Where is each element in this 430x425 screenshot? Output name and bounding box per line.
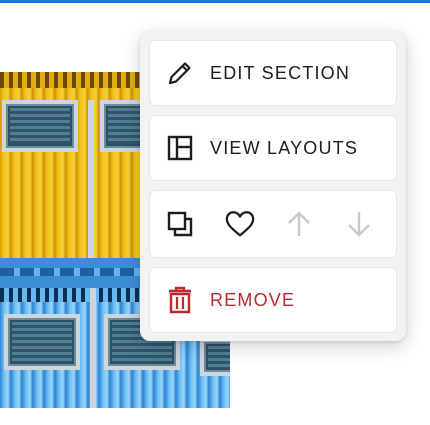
window bbox=[4, 314, 80, 370]
arrow-down-icon[interactable] bbox=[344, 209, 374, 239]
window bbox=[200, 338, 230, 376]
section-context-menu: EDIT SECTION VIEW LAYOUTS REMOVE bbox=[140, 31, 406, 341]
heart-icon[interactable] bbox=[225, 209, 255, 239]
arrow-up-icon[interactable] bbox=[284, 209, 314, 239]
view-layouts-button[interactable]: VIEW LAYOUTS bbox=[149, 115, 397, 181]
trash-icon bbox=[165, 285, 195, 315]
pencil-icon bbox=[165, 58, 195, 88]
duplicate-icon[interactable] bbox=[165, 209, 195, 239]
layout-icon bbox=[165, 133, 195, 163]
window bbox=[2, 100, 78, 152]
edit-section-label: EDIT SECTION bbox=[210, 62, 351, 83]
remove-button[interactable]: REMOVE bbox=[149, 267, 397, 333]
top-accent-line bbox=[0, 0, 430, 3]
view-layouts-label: VIEW LAYOUTS bbox=[210, 137, 359, 158]
remove-label: REMOVE bbox=[210, 289, 296, 310]
section-actions-row bbox=[149, 190, 397, 258]
pole bbox=[88, 100, 94, 260]
edit-section-button[interactable]: EDIT SECTION bbox=[149, 40, 397, 106]
pole bbox=[90, 288, 96, 408]
